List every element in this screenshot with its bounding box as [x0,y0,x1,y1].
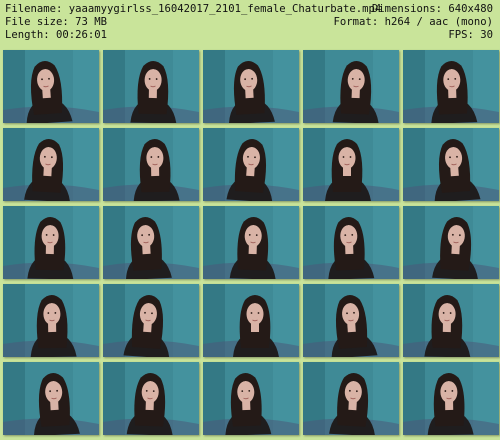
video-thumbnail [3,206,99,279]
fps-text: FPS: 30 [448,29,493,41]
frame-image [203,128,299,201]
video-thumbnail [203,128,299,201]
frame-image [3,128,99,201]
video-thumbnail [203,206,299,279]
video-thumbnail [303,362,399,435]
frame-image [103,284,199,357]
frame-image [3,362,99,435]
dimensions-text: Dimensions: 640x480 [371,3,493,15]
video-thumbnail [403,206,499,279]
frame-image [403,50,499,123]
video-thumbnail [103,206,199,279]
video-thumbnail [403,50,499,123]
frame-image [3,206,99,279]
video-thumbnail [103,128,199,201]
video-thumbnail [403,128,499,201]
frame-image [403,284,499,357]
video-thumbnail [103,50,199,123]
frame-image [103,206,199,279]
filesize-text: File size: 73 MB [5,16,108,28]
header-row-2: File size: 73 MB Format: h264 / aac (mon… [5,15,493,29]
video-thumbnail [3,284,99,357]
format-text: Format: h264 / aac (mono) [333,16,493,28]
frame-image [3,284,99,357]
frame-image [203,362,299,435]
frame-image [203,206,299,279]
frame-image [103,362,199,435]
thumbnail-grid [0,45,500,440]
video-thumbnail [103,284,199,357]
video-thumbnail [203,362,299,435]
length-text: Length: 00:26:01 [5,29,108,41]
header-row-3: Length: 00:26:01 FPS: 30 [5,28,493,42]
frame-image [303,362,399,435]
video-thumbnail [403,362,499,435]
video-thumbnail [103,362,199,435]
frame-image [303,50,399,123]
frame-image [3,50,99,123]
video-thumbnail [3,362,99,435]
header-row-1: Filename: yaaamyygirlss_16042017_2101_fe… [5,2,493,16]
frame-image [203,284,299,357]
frame-image [203,50,299,123]
frame-image [403,362,499,435]
frame-image [303,128,399,201]
frame-image [303,206,399,279]
frame-image [403,206,499,279]
info-header: Filename: yaaamyygirlss_16042017_2101_fe… [0,0,500,42]
video-thumbnail [303,206,399,279]
video-thumbnail [303,128,399,201]
frame-image [403,128,499,201]
video-thumbnail [203,50,299,123]
video-thumbnail [3,50,99,123]
video-thumbnail [303,284,399,357]
frame-image [303,284,399,357]
frame-image [103,128,199,201]
video-thumbnail [3,128,99,201]
frame-image [103,50,199,123]
filename-text: Filename: yaaamyygirlss_16042017_2101_fe… [5,3,382,15]
video-thumbnail [303,50,399,123]
video-thumbnail [203,284,299,357]
video-thumbnail [403,284,499,357]
